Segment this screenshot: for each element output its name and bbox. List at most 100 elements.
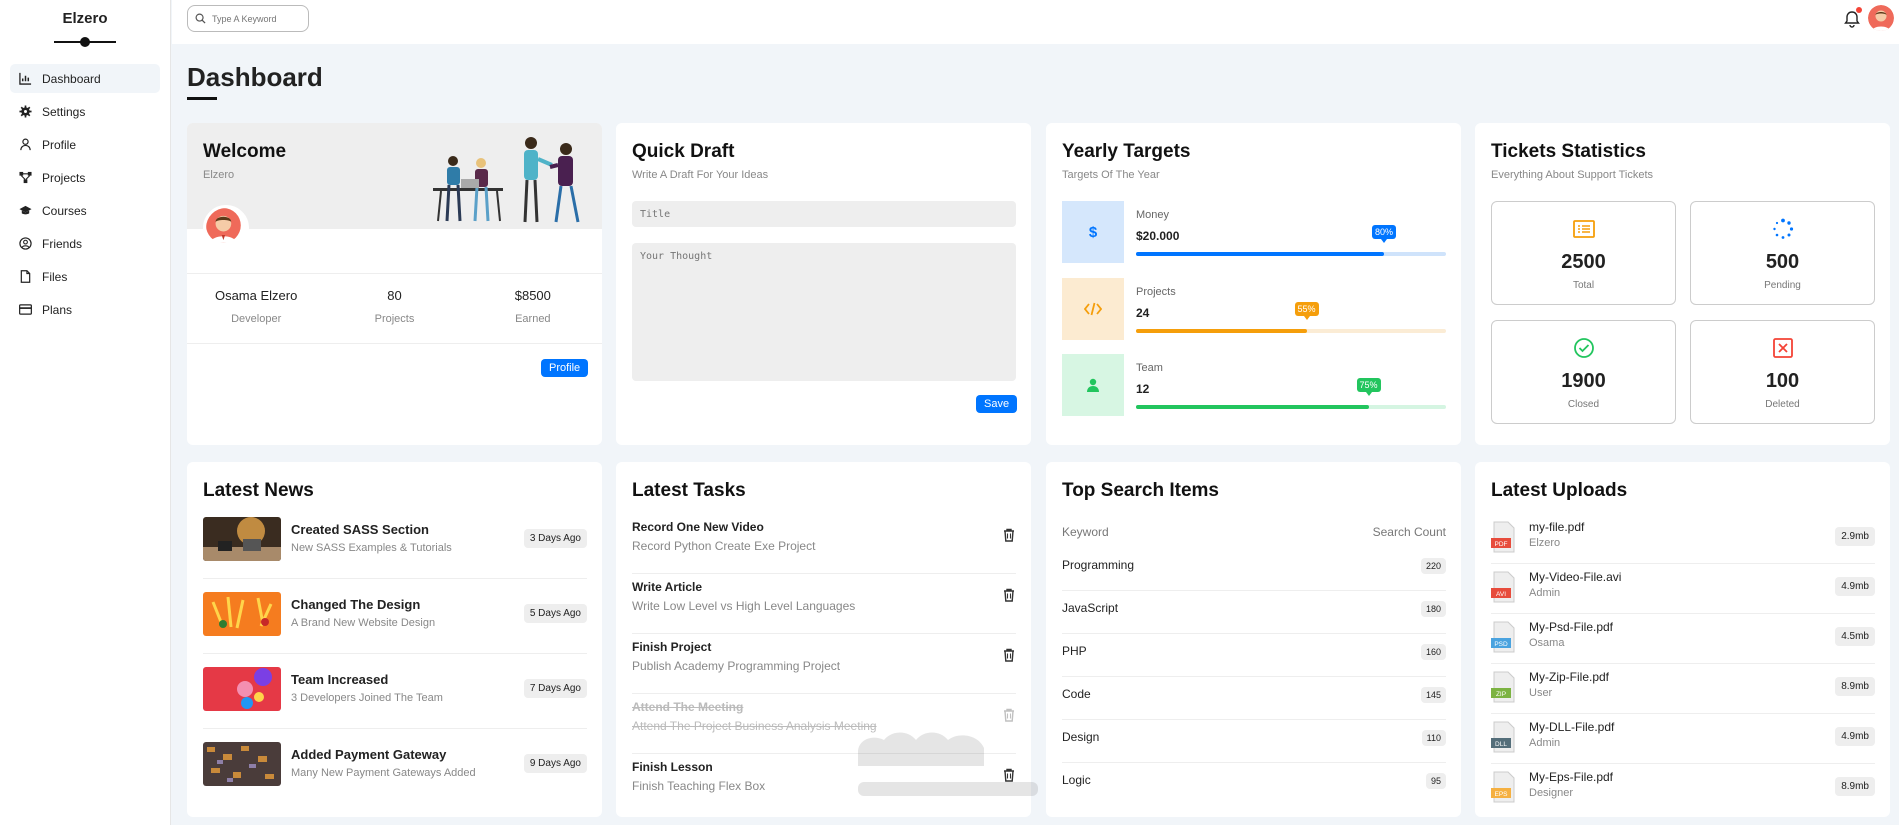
- latest-uploads-card: Latest Uploads PDF my-file.pdf Elzero 2.…: [1475, 462, 1890, 817]
- ticket-value: 100: [1765, 370, 1800, 392]
- stat-label: Projects: [374, 313, 415, 325]
- news-time-badge: 5 Days Ago: [523, 604, 587, 623]
- ticket-label: Total: [1572, 280, 1595, 291]
- upload-name: my-file.pdf: [1529, 520, 1585, 534]
- task-title: Finish Lesson: [632, 760, 713, 774]
- upload-item[interactable]: PDF my-file.pdf Elzero 2.9mb: [1491, 514, 1875, 564]
- divider: [187, 343, 602, 344]
- news-item[interactable]: Created SASS Section New SASS Examples &…: [203, 517, 587, 579]
- yearly-targets-card: Yearly Targets Targets Of The Year $ Mon…: [1046, 123, 1461, 445]
- sidebar-item-profile[interactable]: Profile: [10, 130, 160, 159]
- search-count-badge: 145: [1420, 687, 1446, 703]
- save-button[interactable]: Save: [976, 395, 1018, 413]
- news-item[interactable]: Added Payment Gateway Many New Payment G…: [203, 742, 587, 804]
- task-desc: Record Python Create Exe Project: [632, 539, 816, 553]
- svg-text:DLL: DLL: [1495, 741, 1507, 748]
- news-item[interactable]: Changed The Design A Brand New Website D…: [203, 592, 587, 654]
- trash-icon[interactable]: [1002, 588, 1016, 602]
- target-label: Projects: [1136, 286, 1176, 298]
- news-image: [203, 742, 281, 786]
- upload-item[interactable]: EPS My-Eps-File.pdf Designer 8.9mb: [1491, 764, 1875, 814]
- svg-text:AVI: AVI: [1496, 591, 1506, 598]
- trash-icon[interactable]: [1002, 648, 1016, 662]
- sidebar-item-projects[interactable]: Projects: [10, 163, 160, 192]
- upload-name: My-Video-File.avi: [1529, 570, 1622, 584]
- news-item-desc: Many New Payment Gateways Added: [291, 767, 476, 779]
- title-underline: [187, 97, 217, 100]
- stat-value: $8500: [514, 288, 551, 303]
- stat-value: 80: [387, 288, 402, 303]
- target-projects: Projects 24 55%: [1062, 278, 1446, 340]
- news-item-desc: A Brand New Website Design: [291, 617, 436, 629]
- welcome-heading: Welcome Elzero: [203, 141, 286, 181]
- upload-item[interactable]: DLL My-DLL-File.pdf Admin 4.9mb: [1491, 714, 1875, 764]
- avatar[interactable]: [1868, 5, 1894, 31]
- brand-decoration: [54, 37, 116, 47]
- avatar-image: [1868, 5, 1894, 31]
- trash-icon[interactable]: [1002, 768, 1016, 782]
- sidebar-item-label: Plans: [42, 302, 73, 317]
- target-icon-box: [1062, 354, 1124, 416]
- ticket-label: Pending: [1764, 280, 1801, 291]
- news-item-title: Changed The Design: [291, 597, 421, 612]
- svg-text:ZIP: ZIP: [1496, 691, 1506, 698]
- news-item-title: Team Increased: [291, 672, 389, 687]
- news-item[interactable]: Team Increased 3 Developers Joined The T…: [203, 667, 587, 729]
- trash-icon[interactable]: [1002, 708, 1016, 722]
- search-icon: [195, 13, 206, 24]
- sidebar-item-dashboard[interactable]: Dashboard: [10, 64, 160, 93]
- upload-item[interactable]: ZIP My-Zip-File.pdf User 8.9mb: [1491, 664, 1875, 714]
- upload-item[interactable]: AVI My-Video-File.avi Admin 4.9mb: [1491, 564, 1875, 614]
- tickets-card: Tickets Statistics Everything About Supp…: [1475, 123, 1890, 445]
- search-keyword: Logic: [1062, 773, 1091, 787]
- sidebar-item-friends[interactable]: Friends: [10, 229, 160, 258]
- upload-owner: Designer: [1529, 787, 1574, 799]
- sidebar-item-plans[interactable]: Plans: [10, 295, 160, 324]
- search-box[interactable]: [187, 5, 309, 32]
- stat-name: Osama Elzero Developer: [187, 288, 325, 325]
- upload-owner: User: [1529, 687, 1553, 699]
- ticket-total: 2500 Total: [1491, 201, 1676, 305]
- profile-stats: Osama Elzero Developer 80 Projects $8500…: [187, 273, 602, 325]
- notification-dot: [1856, 7, 1862, 13]
- progress-badge: 55%: [1294, 302, 1319, 320]
- sidebar-item-files[interactable]: Files: [10, 262, 160, 291]
- targets-subtitle: Targets Of The Year: [1062, 169, 1160, 181]
- upload-owner: Admin: [1529, 587, 1561, 599]
- profile-button[interactable]: Profile: [541, 359, 589, 377]
- sidebar-item-label: Profile: [42, 137, 77, 152]
- credit-card-icon: [19, 304, 32, 315]
- ticket-label: Closed: [1567, 399, 1600, 410]
- draft-body-input[interactable]: [632, 243, 1016, 381]
- search-keyword: Code: [1062, 687, 1091, 701]
- check-circle-icon: [1573, 338, 1594, 358]
- search-keyword: PHP: [1062, 644, 1087, 658]
- task-item-done: Attend The Meeting Attend The Project Bu…: [632, 694, 1016, 754]
- search-row: JavaScript 180: [1062, 591, 1446, 634]
- ticket-label: Deleted: [1765, 399, 1800, 410]
- sidebar-item-courses[interactable]: Courses: [10, 196, 160, 225]
- task-title: Record One New Video: [632, 520, 764, 534]
- team-illustration: [433, 137, 580, 223]
- news-title: Latest News: [203, 480, 314, 501]
- draft-subtitle: Write A Draft For Your Ideas: [632, 169, 769, 181]
- search-row: Logic 95: [1062, 763, 1446, 806]
- search-input[interactable]: [212, 13, 307, 24]
- trash-icon[interactable]: [1002, 528, 1016, 542]
- gear-icon: [19, 105, 32, 118]
- stat-label: Earned: [515, 313, 551, 325]
- tickets-heading: Tickets Statistics Everything About Supp…: [1491, 141, 1653, 181]
- news-image: [203, 592, 281, 636]
- col-keyword: Keyword: [1062, 525, 1109, 539]
- search-keyword: Programming: [1062, 558, 1135, 572]
- draft-title-input[interactable]: [632, 201, 1016, 227]
- news-time-badge: 7 Days Ago: [523, 679, 587, 698]
- user-icon: [20, 138, 31, 151]
- upload-item[interactable]: PSD My-Psd-File.pdf Osama 4.5mb: [1491, 614, 1875, 664]
- news-time-badge: 9 Days Ago: [523, 754, 587, 773]
- target-money: $ Money $20.000 80%: [1062, 201, 1446, 263]
- tickets-title: Tickets Statistics: [1491, 141, 1646, 162]
- sidebar-item-settings[interactable]: Settings: [10, 97, 160, 126]
- sidebar: Elzero Dashboard Settings Profile Projec…: [0, 0, 171, 825]
- news-item-title: Created SASS Section: [291, 522, 429, 537]
